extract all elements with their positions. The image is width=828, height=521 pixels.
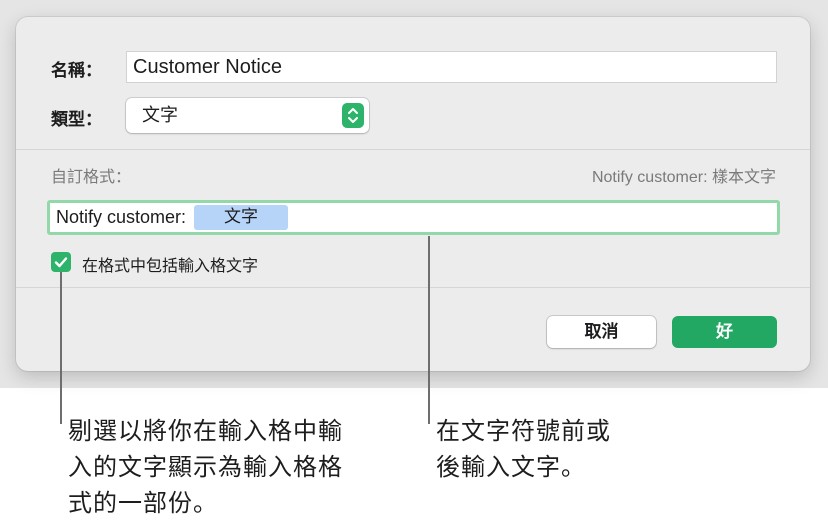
callout-line-text: 入的文字顯示為輸入格格 [68, 453, 343, 481]
ok-button[interactable]: 好 [672, 316, 777, 348]
text-token[interactable]: 文字 [194, 205, 289, 230]
custom-format-label: 自訂格式： [51, 167, 132, 186]
format-prefix-text: Notify customer: [56, 207, 187, 227]
divider [16, 287, 810, 288]
callout-line-text: 在文字符號前或 [436, 417, 611, 445]
type-value: 文字 [142, 105, 178, 126]
cancel-button[interactable]: 取消 [547, 316, 656, 348]
sample-preview: Notify customer: 樣本文字 [591, 169, 776, 186]
callout-line-text: 式的一部份。 [68, 489, 218, 517]
token-callout-line [428, 236, 430, 424]
token-callout: 在文字符號前或 後輸入文字。 [436, 413, 611, 485]
include-text-label: 在格式中包括輸入格文字 [82, 256, 259, 275]
custom-format-field[interactable]: Notify customer: 文字 [47, 200, 780, 235]
include-text-checkbox[interactable] [51, 252, 71, 272]
callout-line-text: 後輸入文字。 [436, 453, 586, 481]
type-popup-button[interactable]: 文字 [126, 98, 369, 133]
type-label: 類型： [51, 110, 102, 130]
checkbox-callout: 剔選以將你在輸入格中輸 入的文字顯示為輸入格格 式的一部份。 [68, 413, 343, 521]
callout-line-text: 剔選以將你在輸入格中輸 [68, 417, 343, 445]
divider [16, 149, 810, 150]
name-label: 名稱： [51, 61, 102, 81]
checkmark-icon [54, 257, 68, 268]
custom-format-dialog: 名稱： Customer Notice 類型： 文字 自訂格式： Notify … [16, 17, 810, 371]
name-field[interactable]: Customer Notice [126, 51, 777, 83]
checkbox-callout-line [60, 272, 62, 424]
chevron-up-down-icon [342, 103, 364, 128]
